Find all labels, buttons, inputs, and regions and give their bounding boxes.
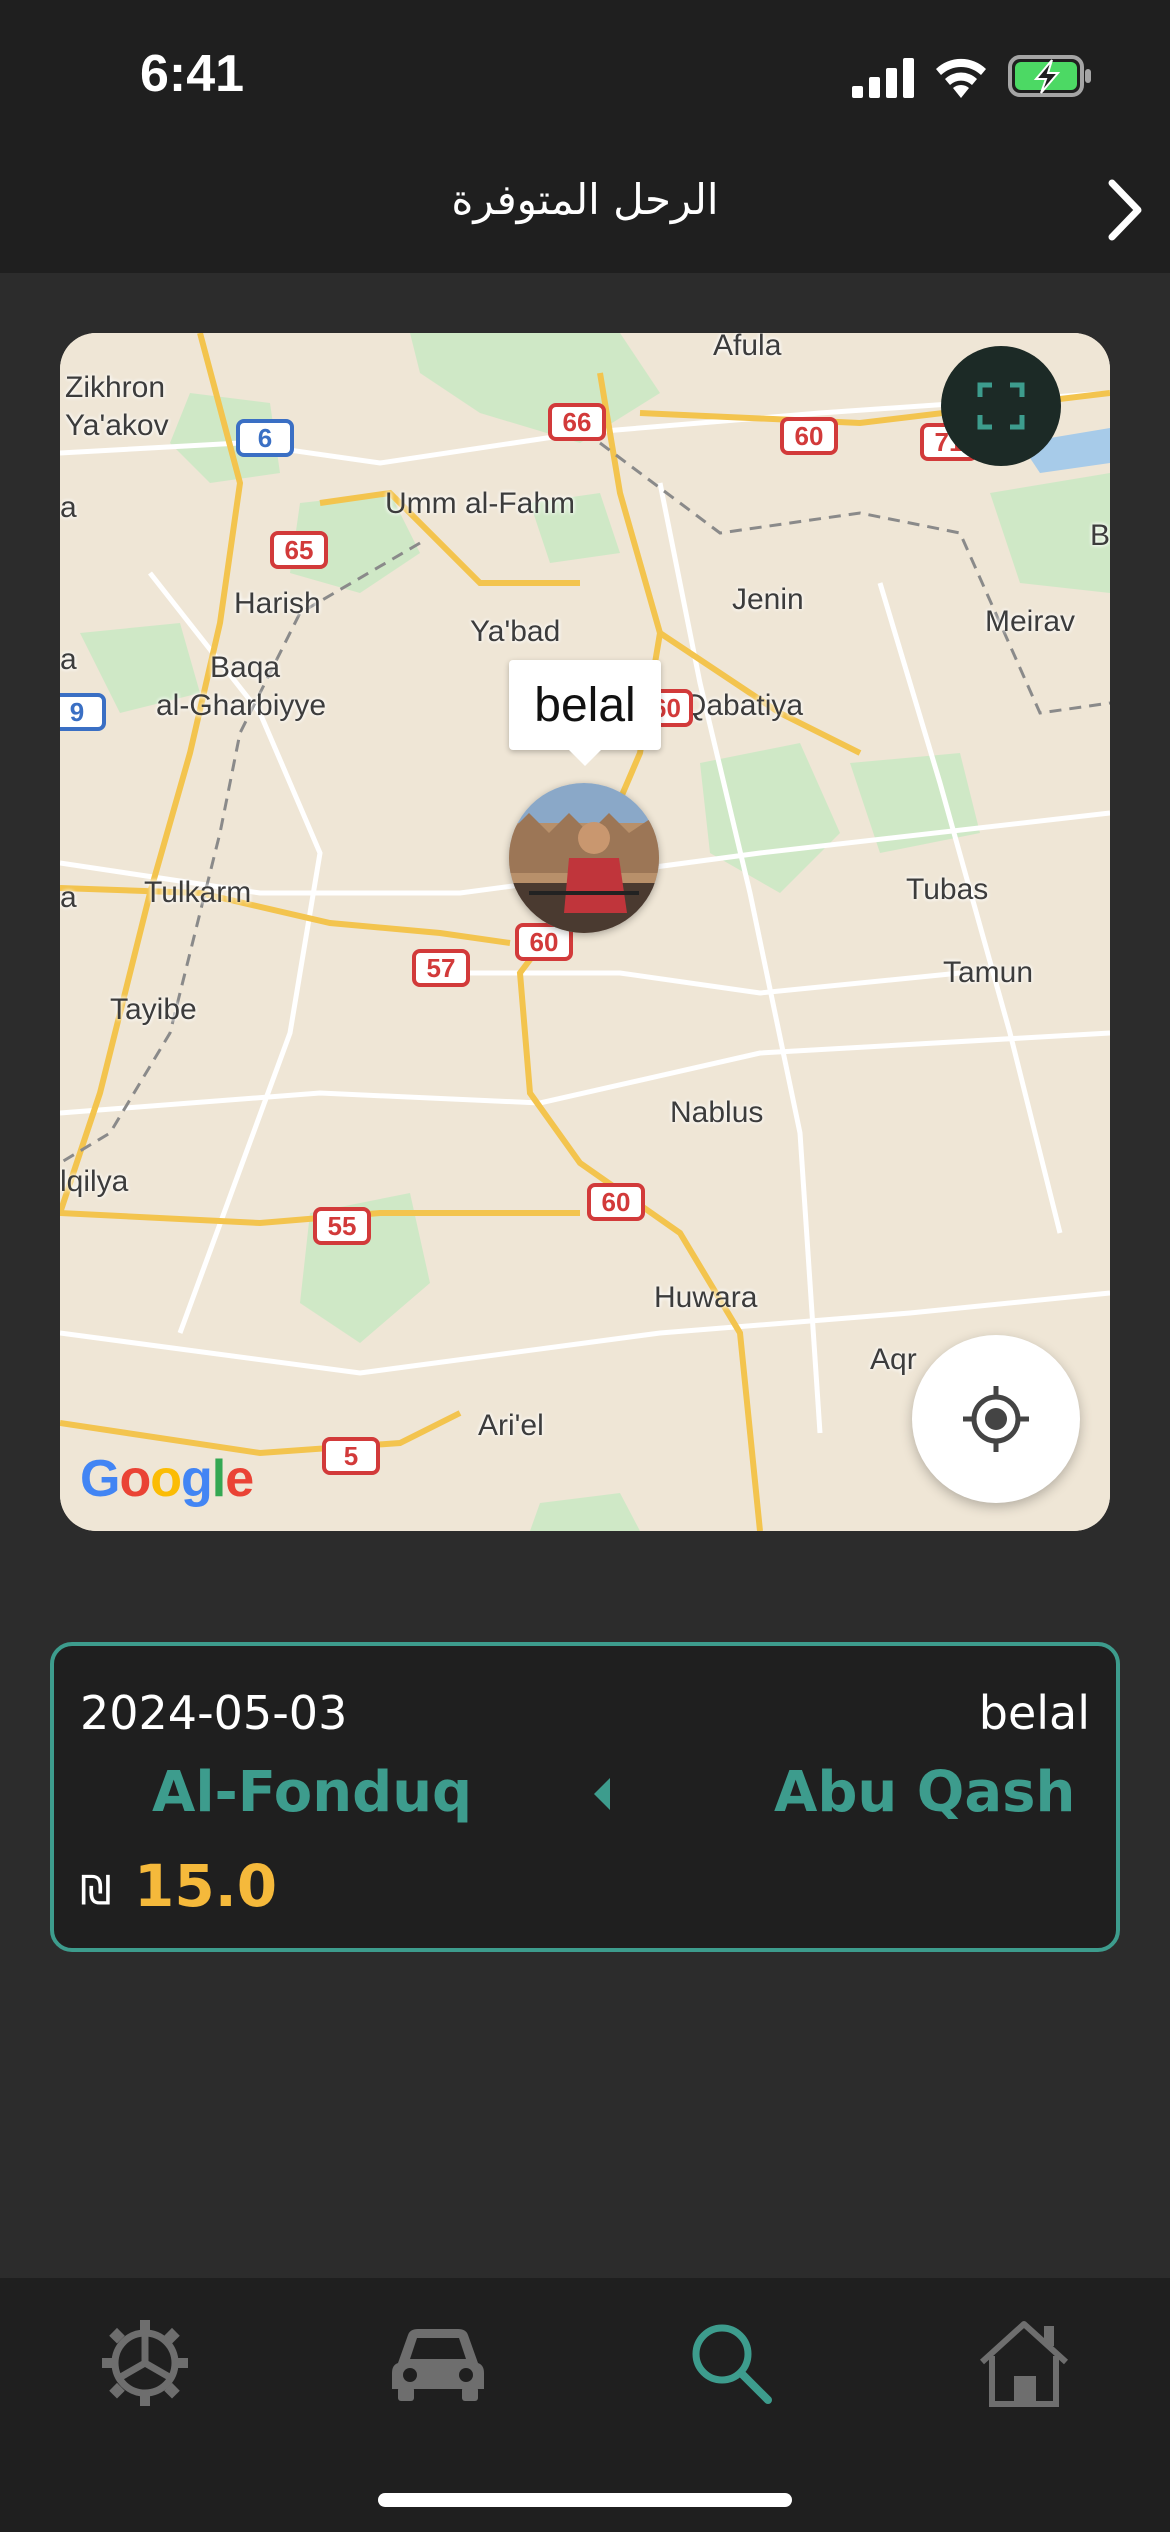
status-time: 6:41: [140, 45, 245, 103]
map-label: lqilya: [60, 1165, 129, 1198]
map-label: B: [1090, 519, 1110, 552]
signal-icon: [852, 58, 914, 98]
settings-icon: [102, 2320, 188, 2406]
road-shield: 60: [780, 417, 838, 455]
car-icon: [392, 2329, 484, 2401]
wifi-icon: [936, 58, 986, 98]
map-label: Jenin: [732, 583, 804, 616]
map-label: Huwara: [654, 1281, 758, 1314]
map-label: a: [60, 881, 77, 914]
nav-trips[interactable]: [383, 2308, 493, 2418]
arrow-left-icon: [594, 1778, 610, 1810]
map-label: Nablus: [670, 1096, 764, 1129]
avatar-photo: [509, 783, 659, 933]
nav-settings[interactable]: [90, 2308, 200, 2418]
app-bar: الرحل المتوفرة: [0, 145, 1170, 273]
home-indicator[interactable]: [378, 2493, 792, 2507]
google-logo: Google: [80, 1450, 254, 1508]
marker-tooltip: belal: [509, 660, 661, 766]
page-title: الرحل المتوفرة: [451, 175, 719, 224]
trip-date: 2024-05-03: [80, 1686, 348, 1740]
screen: 6:41 الرحل المتوفرة Zikhron Ya'akov Aful…: [0, 0, 1170, 2532]
road-shield: 57: [412, 949, 470, 987]
road-shield: 65: [270, 531, 328, 569]
crosshair-icon: [963, 1386, 1029, 1452]
nav-home[interactable]: [969, 2308, 1079, 2418]
map-label: al-Gharbiyye: [156, 689, 327, 722]
map-label: Afula: [713, 333, 782, 362]
nav-search[interactable]: [676, 2308, 786, 2418]
search-icon: [692, 2324, 772, 2404]
road-shield: 55: [313, 1207, 371, 1245]
currency-symbol: ₪: [80, 1868, 112, 1914]
map-label: Ari'el: [478, 1409, 544, 1442]
map-label: Tayibe: [110, 993, 197, 1026]
map-label: Harish: [234, 587, 321, 620]
trip-driver-name: belal: [978, 1686, 1090, 1740]
fullscreen-button[interactable]: [941, 346, 1061, 466]
map-label: Umm al-Fahm: [385, 487, 576, 520]
map-view[interactable]: Zikhron Ya'akov Afula a Umm al-Fahm B Ha…: [60, 333, 1110, 1531]
road-shield: 5: [322, 1437, 380, 1475]
map-label: Ya'bad: [470, 615, 561, 648]
road-shield: 9: [60, 693, 106, 731]
status-bar: 6:41: [0, 0, 1170, 145]
map-label: Aqr: [870, 1343, 917, 1376]
map-label: a: [60, 643, 77, 676]
road-shield: 66: [548, 403, 606, 441]
expand-icon: [977, 382, 1025, 430]
road-shield: 60: [587, 1183, 645, 1221]
trip-price: 15.0: [134, 1852, 278, 1920]
road-shield: 6: [236, 419, 294, 457]
trip-card[interactable]: 2024-05-03 belal Al-Fonduq Abu Qash ₪ 15…: [50, 1642, 1120, 1952]
battery-charging-icon: [1008, 55, 1091, 97]
map-label: Tubas: [906, 873, 989, 906]
map-label: Qabatiya: [683, 689, 804, 722]
map-label: Baqa: [210, 651, 281, 684]
map-label: Zikhron: [65, 371, 166, 404]
trip-origin: Al-Fonduq: [152, 1760, 473, 1825]
map-label: Meirav: [985, 605, 1076, 638]
map-label: Ya'akov: [65, 409, 169, 442]
map-label: Tamun: [943, 956, 1034, 989]
my-location-button[interactable]: [912, 1335, 1080, 1503]
chevron-right-icon[interactable]: [1100, 175, 1150, 245]
map-label: a: [60, 491, 77, 524]
driver-avatar[interactable]: [509, 783, 659, 933]
home-icon: [979, 2321, 1069, 2407]
trip-destination: Abu Qash: [774, 1760, 1076, 1825]
map-label: Tulkarm: [144, 876, 252, 909]
